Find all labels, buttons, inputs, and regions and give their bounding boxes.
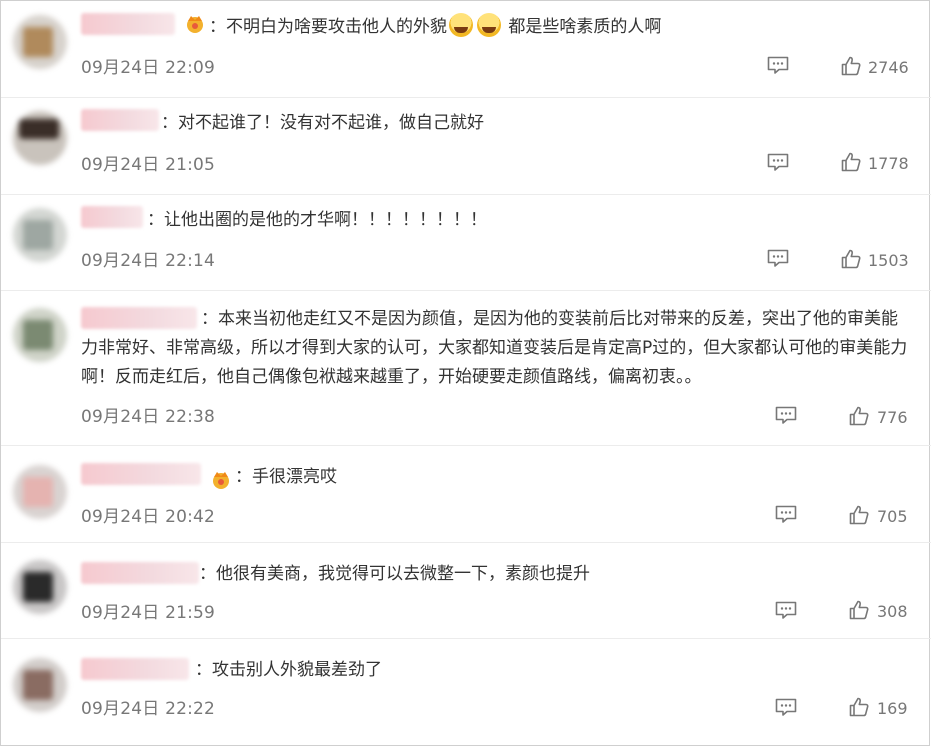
avatar[interactable] [13, 465, 67, 519]
comment-text: ：他很有美商，我觉得可以去微整一下，素颜也提升 [199, 564, 590, 584]
comment-item: ：攻击别人外貌最差劲了 09月24日 22:22 169 [1, 638, 931, 747]
laughing-tears-emoji-icon [449, 13, 473, 37]
comment-time: 09月24日 22:09 [81, 58, 216, 78]
avatar[interactable] [13, 560, 67, 614]
comment-bubble-icon[interactable] [775, 505, 797, 523]
comment-text: ：手很漂亮哎 [235, 467, 337, 487]
crown-icon [213, 472, 229, 489]
comment-item: ：让他出圈的是他的才华啊！！！！！！！！ 09月24日 22:14 1503 [1, 194, 931, 291]
comment-bubble-icon[interactable] [775, 601, 797, 619]
comment-time: 09月24日 21:05 [81, 155, 216, 175]
thumbs-up-icon[interactable] [849, 505, 869, 525]
comment-bubble-icon[interactable] [767, 56, 789, 74]
laughing-tears-emoji-icon [477, 13, 501, 37]
comment-bubble-icon[interactable] [775, 406, 797, 424]
like-count: 2746 [868, 58, 909, 77]
comment-item: ：对不起谁了！没有对不起谁，做自己就好 09月24日 21:05 1778 [1, 97, 931, 195]
like-count: 705 [877, 507, 908, 526]
comment-text: ：对不起谁了！没有对不起谁，做自己就好 [161, 113, 484, 133]
avatar[interactable] [13, 208, 67, 262]
comment-time: 09月24日 22:22 [81, 699, 216, 719]
like-count: 776 [877, 408, 908, 427]
crown-icon [187, 16, 203, 33]
username-blurred[interactable] [81, 206, 143, 228]
thumbs-up-icon[interactable] [849, 406, 869, 426]
comment-time: 09月24日 22:38 [81, 407, 216, 427]
comment-text: ：让他出圈的是他的才华啊！！！！！！！！ [147, 210, 487, 230]
comment-text: ：不明白为啥要攻击他人的外貌 都是些啥素质的人啊 [209, 13, 911, 42]
comment-time: 09月24日 21:59 [81, 603, 216, 623]
thumbs-up-icon[interactable] [849, 600, 869, 620]
comment-item: ：不明白为啥要攻击他人的外貌 都是些啥素质的人啊 09月24日 22:09 27… [1, 1, 931, 98]
thumbs-up-icon[interactable] [841, 56, 861, 76]
avatar[interactable] [13, 111, 67, 165]
comment-item: ：本来当初他走红又不是因为颜值，是因为他的变装前后比对带来的反差，突出了他的审美… [1, 290, 931, 446]
comment-item: ：手很漂亮哎 09月24日 20:42 705 [1, 445, 931, 543]
thumbs-up-icon[interactable] [841, 152, 861, 172]
comment-text: ：本来当初他走红又不是因为颜值，是因为他的变装前后比对带来的反差，突出了他的审美… [81, 309, 908, 387]
thumbs-up-icon[interactable] [849, 697, 869, 717]
username-blurred[interactable] [81, 658, 189, 680]
avatar[interactable] [13, 15, 67, 69]
comment-time: 09月24日 20:42 [81, 507, 216, 527]
like-count: 1503 [868, 251, 909, 270]
comment-item: ：他很有美商，我觉得可以去微整一下，素颜也提升 09月24日 21:59 308 [1, 542, 931, 639]
comment-bubble-icon[interactable] [767, 153, 789, 171]
avatar[interactable] [13, 658, 67, 712]
comment-bubble-icon[interactable] [775, 698, 797, 716]
like-count: 308 [877, 602, 908, 621]
username-blurred[interactable] [81, 109, 159, 131]
comment-text: ：攻击别人外貌最差劲了 [195, 660, 382, 680]
avatar[interactable] [13, 308, 67, 362]
thumbs-up-icon[interactable] [841, 249, 861, 269]
comment-bubble-icon[interactable] [767, 249, 789, 267]
comment-list: ：不明白为啥要攻击他人的外貌 都是些啥素质的人啊 09月24日 22:09 27… [0, 0, 931, 747]
username-blurred[interactable] [81, 463, 201, 485]
username-blurred[interactable] [81, 13, 175, 35]
comment-time: 09月24日 22:14 [81, 251, 216, 271]
username-blurred[interactable] [81, 562, 199, 584]
like-count: 1778 [868, 154, 909, 173]
like-count: 169 [877, 699, 908, 718]
